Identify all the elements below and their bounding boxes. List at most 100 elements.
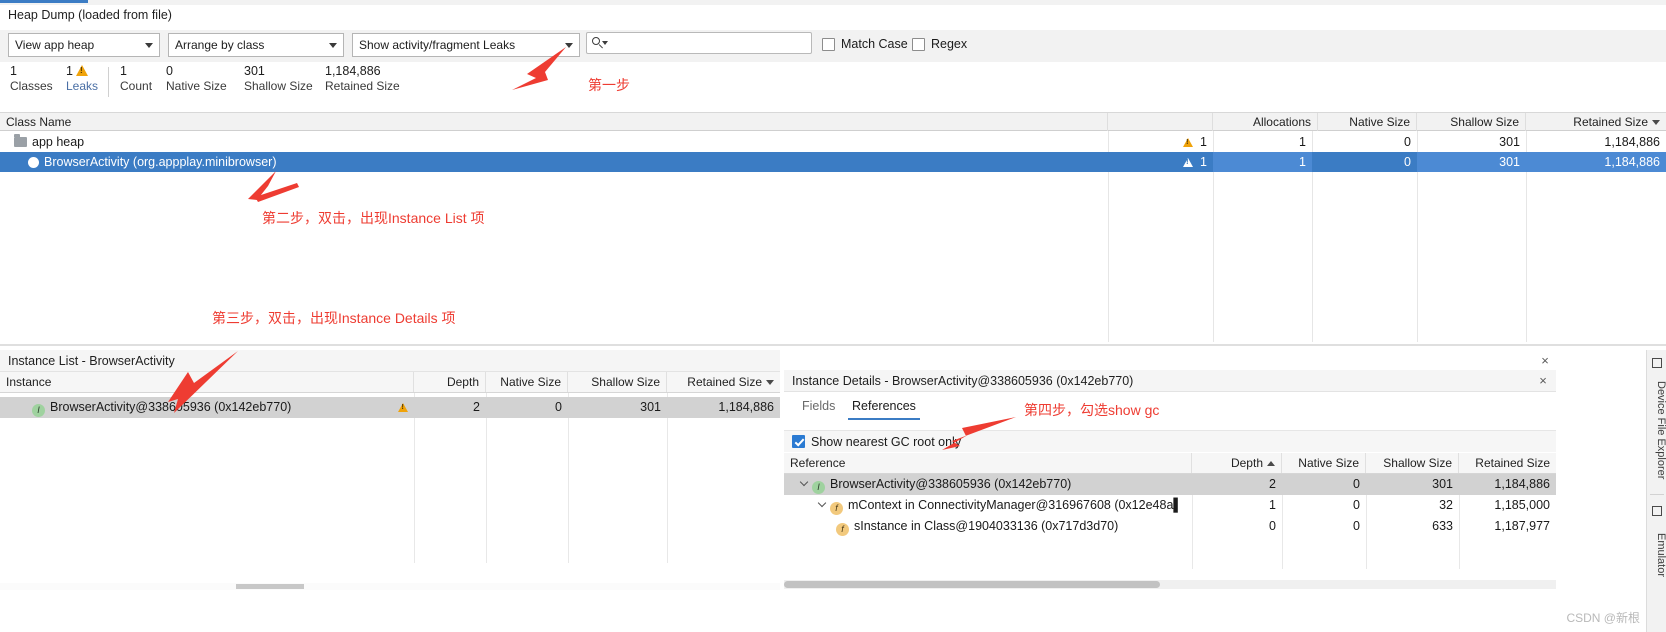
gc-root-checkbox[interactable]	[792, 435, 805, 448]
horizontal-scrollbar[interactable]	[784, 580, 1556, 589]
native-size-cell: 0	[1404, 135, 1411, 149]
column-depth[interactable]: Depth	[1192, 453, 1282, 473]
reference-cell: f mContext in ConnectivityManager@3169676…	[812, 495, 1192, 516]
column-retained-size[interactable]: Retained Size	[1459, 453, 1556, 473]
instance-list-panel: Instance List - BrowserActivity × Instan…	[0, 350, 1549, 590]
regex-label: Regex	[931, 37, 968, 51]
column-instance[interactable]: Instance	[0, 372, 414, 392]
stat-leaks: 1 Leaks	[66, 64, 98, 94]
native-size-cell: 0	[1353, 519, 1360, 533]
show-filter-select[interactable]: Show activity/fragment Leaks	[352, 33, 580, 57]
shallow-size-cell: 301	[1499, 135, 1520, 149]
tab-references[interactable]: References	[842, 392, 926, 420]
column-reference[interactable]: Reference	[784, 453, 1192, 473]
watermark: CSDN @新根	[1566, 611, 1640, 625]
depth-cell: 2	[1269, 477, 1276, 491]
column-retained-size[interactable]: Retained Size	[667, 372, 780, 392]
native-size-cell: 0	[1353, 477, 1360, 491]
stat-native-size: 0 Native Size	[166, 64, 227, 94]
chevron-down-icon	[329, 42, 337, 48]
sort-descending-icon	[1652, 120, 1660, 125]
stat-native-size-value: 0	[166, 64, 173, 78]
heap-select[interactable]: View app heap	[8, 33, 160, 57]
chevron-down-icon[interactable]	[800, 478, 809, 487]
instance-list-header: Instance Depth Native Size Shallow Size …	[0, 372, 780, 393]
shallow-size-cell: 32	[1439, 498, 1453, 512]
stat-classes: 1 Classes	[10, 64, 53, 94]
native-size-cell: 0	[1404, 155, 1411, 169]
tab-fields[interactable]: Fields	[792, 392, 845, 420]
search-input[interactable]	[606, 35, 796, 51]
scrollbar-thumb[interactable]	[784, 581, 1160, 588]
class-name-cell: BrowserActivity (org.appplay.minibrowser…	[22, 152, 1108, 172]
annotation-step-3: 第三步，双击，出现Instance Details 项	[212, 310, 456, 326]
column-native-size[interactable]: Native Size	[1312, 113, 1417, 131]
table-row-selected[interactable]: BrowserActivity (org.appplay.minibrowser…	[0, 152, 1666, 172]
annotation-step-2: 第二步，双击，出现Instance List 项	[262, 210, 485, 226]
depth-cell: 1	[1269, 498, 1276, 512]
stat-shallow-size-value: 301	[244, 64, 265, 78]
match-case-checkbox[interactable]: Match Case	[822, 37, 908, 51]
column-shallow-size[interactable]: Shallow Size	[1417, 113, 1526, 131]
annotation-step-4: 第四步，勾选show gc	[1024, 402, 1160, 418]
column-depth[interactable]: Depth	[414, 372, 486, 392]
list-item[interactable]: I BrowserActivity@338605936 (0x142eb770) …	[0, 397, 780, 418]
stat-count-label: Count	[120, 79, 153, 93]
references-table-header: Reference Depth Native Size Shallow Size…	[784, 453, 1556, 474]
column-leaks[interactable]	[1108, 113, 1213, 131]
regex-checkbox[interactable]: Regex	[912, 37, 967, 51]
native-size-cell: 0	[555, 400, 562, 414]
scrollbar-thumb[interactable]	[236, 584, 304, 589]
instance-details-title: Instance Details - BrowserActivity@33860…	[784, 370, 1556, 392]
retained-size-cell: 1,184,886	[1494, 477, 1550, 491]
shallow-size-cell: 301	[640, 400, 661, 414]
column-native-size[interactable]: Native Size	[486, 372, 568, 392]
column-shallow-size[interactable]: Shallow Size	[568, 372, 667, 392]
reference-row[interactable]: I BrowserActivity@338605936 (0x142eb770) …	[784, 474, 1556, 495]
instance-cell: I BrowserActivity@338605936 (0x142eb770)	[26, 397, 414, 418]
warning-icon	[1182, 138, 1193, 147]
instance-badge-icon: I	[812, 481, 825, 494]
depth-cell: 0	[1269, 519, 1276, 533]
close-icon[interactable]: ×	[1538, 354, 1552, 368]
stat-retained-size-label: Retained Size	[325, 79, 400, 93]
stat-retained-size-value: 1,184,886	[325, 64, 381, 78]
reference-cell: I BrowserActivity@338605936 (0x142eb770)	[794, 474, 1192, 495]
chevron-down-icon[interactable]	[818, 499, 827, 508]
shallow-size-cell: 301	[1432, 477, 1453, 491]
column-class-name[interactable]: Class Name	[0, 113, 1108, 131]
arrange-select-label: Arrange by class	[175, 38, 265, 52]
warning-icon	[1182, 158, 1193, 167]
column-allocations[interactable]: Allocations	[1213, 113, 1318, 131]
stat-classes-value: 1	[10, 64, 17, 78]
checkbox-icon	[822, 37, 835, 51]
checkbox-icon	[912, 37, 925, 51]
dock-item-emulator[interactable]: Emulator	[1647, 522, 1666, 588]
arrange-select[interactable]: Arrange by class	[168, 33, 344, 57]
stat-leaks-label[interactable]: Leaks	[66, 79, 98, 94]
sort-ascending-icon	[1267, 461, 1275, 466]
reference-row[interactable]: f sInstance in Class@1904033136 (0x717d3d…	[784, 516, 1556, 537]
reference-cell: f sInstance in Class@1904033136 (0x717d3d…	[830, 516, 1192, 537]
horizontal-scrollbar[interactable]	[0, 583, 780, 590]
column-shallow-size[interactable]: Shallow Size	[1366, 453, 1459, 473]
retained-size-cell: 1,184,886	[1526, 152, 1666, 172]
stat-count-value: 1	[120, 64, 127, 78]
panel-divider[interactable]	[0, 344, 1666, 346]
native-size-cell: 0	[1353, 498, 1360, 512]
android-studio-memory-profiler: Heap Dump (loaded from file) View app he…	[0, 0, 1666, 632]
summary-stats: 1 Classes 1 Leaks 1 Count 0 Native Size …	[0, 64, 1666, 104]
column-native-size[interactable]: Native Size	[1282, 453, 1366, 473]
dock-item-device-file-explorer[interactable]: Device File Explorer	[1647, 374, 1666, 486]
table-row[interactable]: app heap 1 1 0 301 1,184,886	[0, 132, 1666, 152]
reference-row[interactable]: f mContext in ConnectivityManager@3169676…	[784, 495, 1556, 516]
stat-count: 1 Count	[120, 64, 152, 94]
column-retained-size[interactable]: Retained Size	[1526, 113, 1666, 131]
instance-details-panel: Instance Details - BrowserActivity@33860…	[784, 370, 1556, 590]
gc-root-filter-row: Show nearest GC root only	[784, 430, 1556, 452]
stat-native-size-label: Native Size	[166, 79, 227, 93]
folder-icon	[14, 134, 27, 147]
gc-root-checkbox-label: Show nearest GC root only	[811, 434, 962, 449]
close-icon[interactable]: ×	[1536, 374, 1550, 388]
search-box[interactable]	[586, 32, 812, 54]
